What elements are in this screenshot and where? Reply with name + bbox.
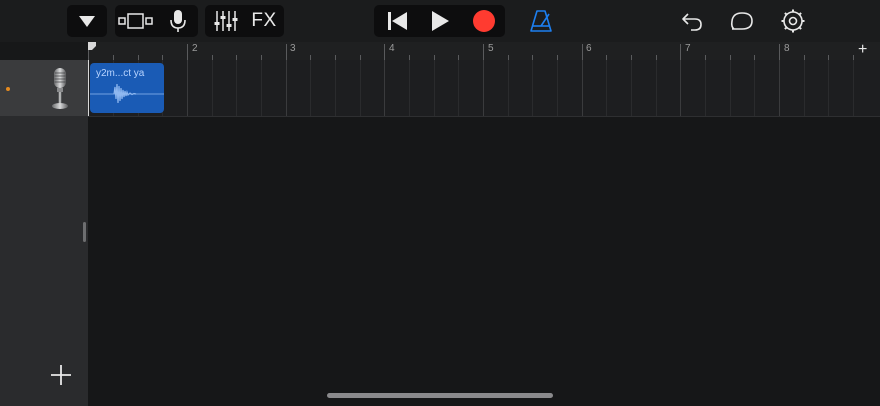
undo-button[interactable] <box>676 5 708 37</box>
bar-gridline <box>384 60 385 116</box>
bar-number: 5 <box>488 43 494 54</box>
beat-gridline <box>261 60 262 116</box>
transport-group <box>374 5 505 37</box>
beat-gridline <box>360 60 361 116</box>
audio-region[interactable]: y2m...ct ya <box>90 63 164 113</box>
bar-number: 7 <box>685 43 691 54</box>
play-button[interactable] <box>422 5 458 37</box>
beat-gridline <box>853 60 854 116</box>
beat-gridline <box>310 60 311 116</box>
undo-icon <box>682 13 702 31</box>
loop-browser-button[interactable] <box>726 5 758 37</box>
microphone-button[interactable] <box>163 5 193 37</box>
bar-number: 2 <box>192 43 198 54</box>
view-mic-group <box>115 5 198 37</box>
add-section-button[interactable]: + <box>858 42 867 58</box>
beat-gridline <box>335 60 336 116</box>
mixer-button[interactable] <box>209 5 243 37</box>
beat-gridline <box>828 60 829 116</box>
bar-gridline <box>582 60 583 116</box>
record-button[interactable] <box>466 5 502 37</box>
microphone-icon <box>170 10 186 32</box>
fx-label: FX <box>251 10 277 31</box>
beat-gridline <box>508 60 509 116</box>
beat-gridline <box>656 60 657 116</box>
bar-gridline <box>286 60 287 116</box>
beat-gridline <box>606 60 607 116</box>
microphone-icon <box>52 68 68 109</box>
bar-gridline <box>680 60 681 116</box>
beat-gridline <box>236 60 237 116</box>
play-icon <box>432 11 449 31</box>
beat-gridline <box>532 60 533 116</box>
beat-gridline <box>631 60 632 116</box>
beat-gridline <box>705 60 706 116</box>
beat-gridline <box>804 60 805 116</box>
tracks-view-icon <box>118 13 153 29</box>
track-header-resize-handle[interactable] <box>83 222 86 242</box>
audio-waveform <box>90 83 164 104</box>
home-indicator[interactable] <box>327 393 553 398</box>
beat-gridline <box>557 60 558 116</box>
go-to-beginning-icon <box>388 12 407 30</box>
bar-number: 4 <box>389 43 395 54</box>
record-icon <box>473 10 495 32</box>
metronome-icon <box>530 10 552 32</box>
beat-gridline <box>754 60 755 116</box>
mixer-fx-group: FX <box>205 5 284 37</box>
settings-icon <box>781 9 805 33</box>
beat-gridline <box>409 60 410 116</box>
track-lane[interactable] <box>88 60 880 117</box>
bar-gridline <box>483 60 484 116</box>
menu-group <box>67 5 107 37</box>
ruler-ticks <box>88 44 854 60</box>
menu-button[interactable] <box>67 5 107 37</box>
track-header[interactable] <box>0 60 88 116</box>
metronome-button[interactable] <box>524 5 558 37</box>
region-title: y2m...ct ya <box>96 68 145 79</box>
timeline-ruler[interactable]: 2 3 4 5 6 7 8 <box>88 42 880 61</box>
tracks-view-button[interactable] <box>115 5 157 37</box>
bar-gridline <box>779 60 780 116</box>
bar-number: 3 <box>290 43 296 54</box>
plus-icon <box>51 365 71 385</box>
mixer-icon <box>214 11 238 31</box>
toolbar: FX <box>0 0 880 42</box>
beat-gridline <box>730 60 731 116</box>
beat-gridline <box>212 60 213 116</box>
beat-gridline <box>458 60 459 116</box>
add-track-button[interactable] <box>48 362 74 388</box>
bar-number: 6 <box>586 43 592 54</box>
bar-number: 8 <box>784 43 790 54</box>
settings-button[interactable] <box>777 5 809 37</box>
playhead-handle[interactable] <box>88 42 96 50</box>
bar-gridline <box>187 60 188 116</box>
fx-button[interactable]: FX <box>247 5 281 37</box>
playhead-line <box>88 60 89 116</box>
beat-gridline <box>434 60 435 116</box>
loop-browser-icon <box>730 12 753 30</box>
track-indicator-dot <box>6 87 10 91</box>
triangle-down-icon <box>79 16 95 27</box>
go-to-beginning-button[interactable] <box>378 5 416 37</box>
